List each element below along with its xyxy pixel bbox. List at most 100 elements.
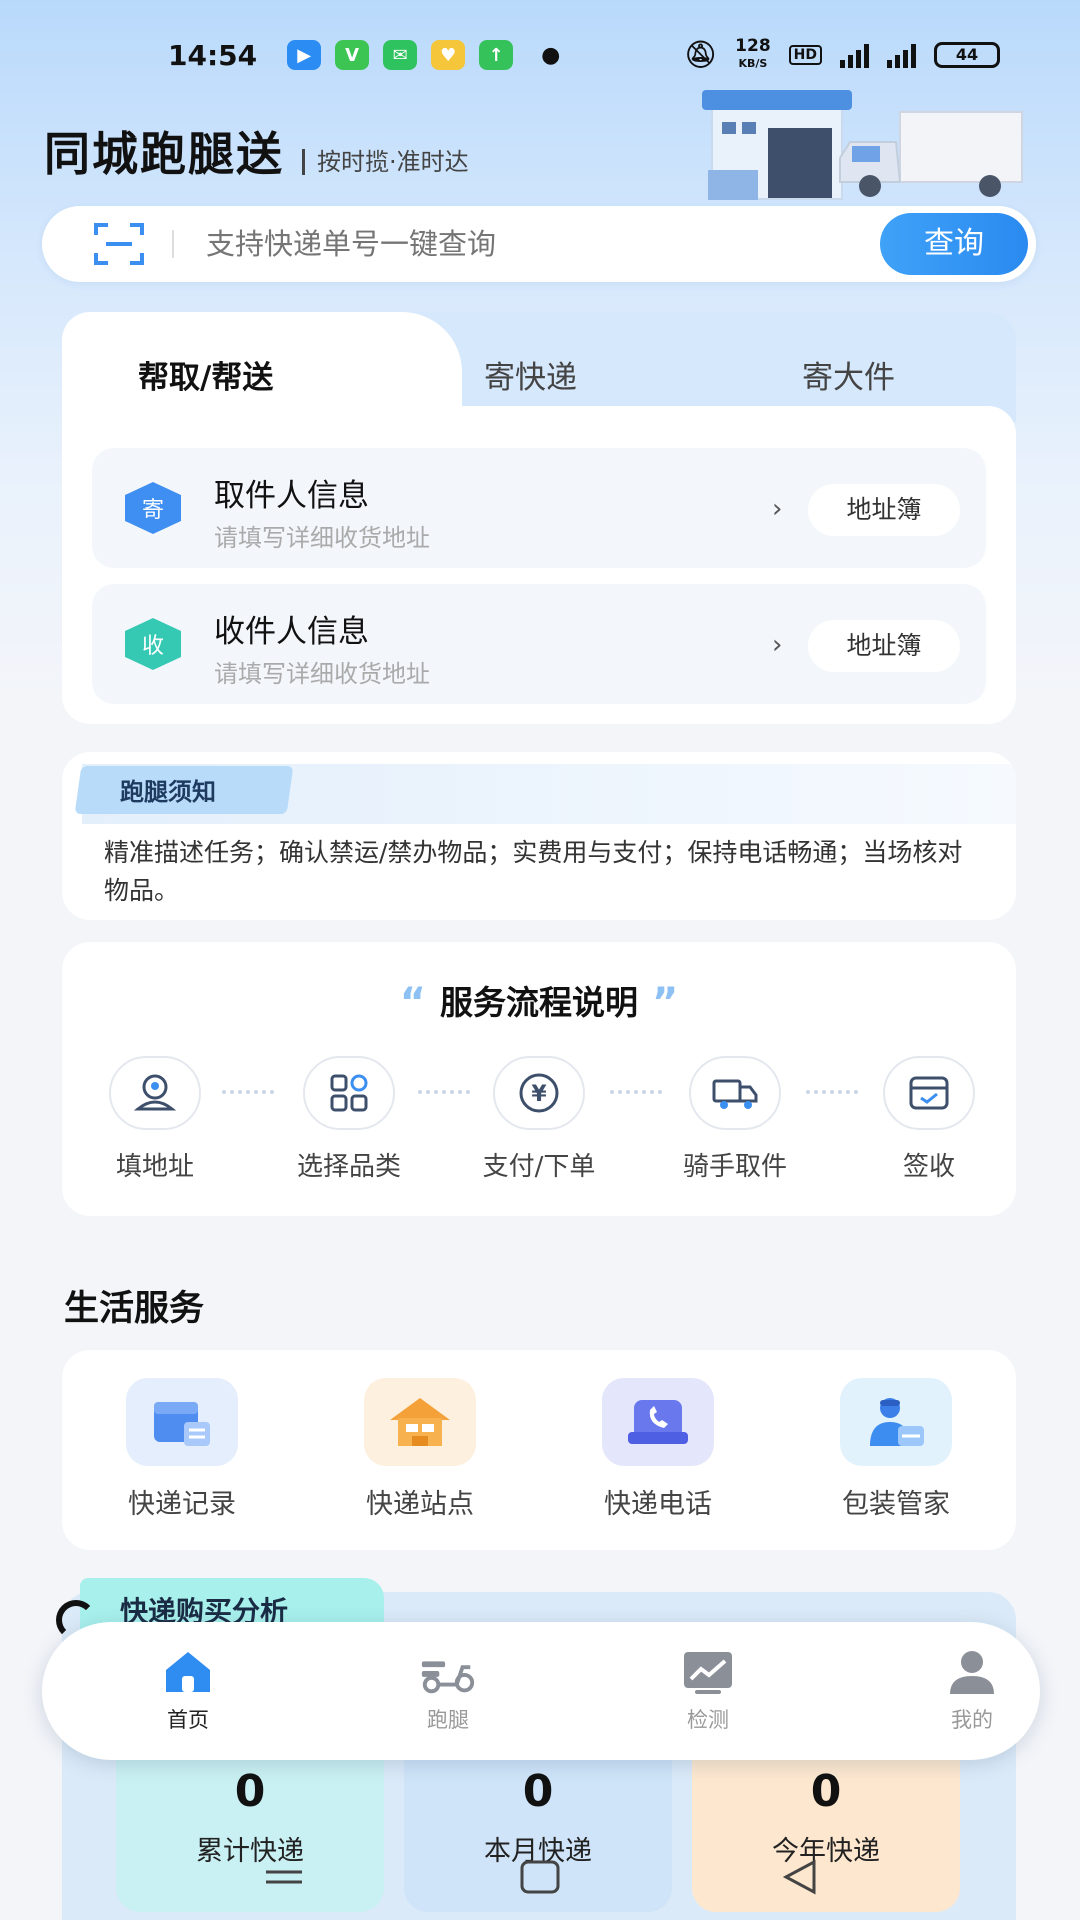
scan-icon[interactable] [94,223,144,265]
notice-label: 跑腿须知 [120,778,216,806]
dot-icon: ● [541,42,561,68]
vivo-icon: V [335,40,370,70]
svg-text:收: 收 [142,634,164,659]
back-nav-icon[interactable] [782,1859,816,1895]
flow-step-sign: 签收 [844,1056,1014,1183]
system-navigation-bar [266,1859,816,1895]
home-icon [158,1646,218,1698]
flow-step-label: 签收 [902,1152,955,1182]
stat-value: 0 [234,1766,266,1817]
life-item-phone[interactable]: 快递电话 [558,1378,758,1521]
notice-text: 精准描述任务；确认禁运/禁办物品；实费用与支付；保持电话畅通；当场核对物品。 [104,838,963,905]
receiver-title: 收件人信息 [214,614,369,650]
life-item-parcel-record[interactable]: 快递记录 [82,1378,282,1521]
svg-text:寄: 寄 [142,498,164,523]
sender-hint: 请填写详细收货地址 [214,524,430,552]
parcel-record-icon [126,1378,238,1466]
station-house-icon [364,1378,476,1466]
life-item-label: 快递站点 [366,1489,474,1520]
search-bar: 查询 [42,206,1036,282]
receiver-info-row[interactable]: 收 收件人信息 请填写详细收货地址 › 地址簿 [92,584,986,704]
status-time: 14:54 [168,38,258,72]
flow-step-label: 支付/下单 [482,1152,596,1182]
tab-fetch-send[interactable]: 帮取/帮送 [138,352,273,397]
location-user-icon [109,1056,201,1130]
flow-step-pickup: 骑手取件 [650,1056,820,1183]
category-grid-icon [303,1056,395,1130]
hd-badge: HD [788,45,822,65]
life-services-title: 生活服务 [64,1289,205,1329]
tab-label: 我的 [951,1708,993,1732]
receiver-address-book-button[interactable]: 地址簿 [808,620,960,672]
search-button[interactable]: 查询 [880,213,1028,275]
svg-text:¥: ¥ [531,1082,547,1107]
status-bar: 14:54 ▶ V ✉ ♥ ↑ ● 🔕︎ 128 KB/S HD 44 [0,30,1080,80]
life-item-label: 快递电话 [604,1489,712,1520]
sender-badge-icon: 寄 [125,482,181,534]
home-nav-icon[interactable] [520,1860,560,1894]
flow-step-label: 填地址 [115,1152,194,1182]
status-right: 🔕︎ 128 KB/S HD 44 [684,38,1000,72]
sender-info-row[interactable]: 寄 取件人信息 请填写详细收货地址 › 地址簿 [92,448,986,568]
flow-step-payment: ¥ 支付/下单 [454,1056,624,1183]
tab-large-item[interactable]: 寄大件 [802,352,895,397]
phone-icon [602,1378,714,1466]
user-icon [942,1646,1002,1698]
sign-box-icon [883,1056,975,1130]
tab-errand[interactable]: 跑腿 [378,1646,518,1734]
tab-detect[interactable]: 检测 [638,1646,778,1734]
battery-icon: 44 [934,42,1000,68]
scooter-icon [418,1646,478,1698]
warehouse-truck-illustration [702,90,1023,200]
sender-address-book-button[interactable]: 地址簿 [808,484,960,536]
tab-express[interactable]: 寄快递 [484,352,577,397]
stat-value: 0 [810,1766,842,1817]
bilibili-icon: ▶ [287,40,322,70]
chevron-right-icon: › [772,630,783,660]
flow-step-category: 选择品类 [264,1056,434,1183]
life-item-station[interactable]: 快递站点 [320,1378,520,1521]
stat-value: 0 [522,1766,554,1817]
sender-title: 取件人信息 [214,478,369,514]
flow-step-label: 骑手取件 [682,1152,787,1182]
app-title: 同城跑腿送 [44,127,284,181]
flow-step-label: 选择品类 [296,1152,401,1182]
tracking-number-input[interactable] [206,227,880,261]
tab-mine[interactable]: 我的 [902,1646,1042,1734]
receiver-hint: 请填写详细收货地址 [214,660,430,688]
chart-monitor-icon [678,1646,738,1698]
courier-manager-icon [840,1378,952,1466]
service-flow-card: “服务流程说明” 填地址 选择品类 ¥ 支付/下单 骑手取件 签收 [62,942,1016,1216]
net-speed: 128 KB/S [735,36,771,71]
flow-step-address: 填地址 [70,1056,240,1183]
app-header: 同城跑腿送 按时揽·准时达 [44,118,469,184]
flow-title: “服务流程说明” [399,980,679,1026]
life-item-label: 包装管家 [842,1489,950,1520]
life-item-label: 快递记录 [128,1489,236,1520]
life-item-packaging[interactable]: 包装管家 [796,1378,996,1521]
chevron-right-icon: › [772,494,783,524]
signal-icon [840,42,869,68]
quote-close-icon: ” [652,980,679,1026]
tab-home[interactable]: 首页 [118,1646,258,1734]
menu-nav-icon[interactable] [266,1870,302,1884]
notice-card: 跑腿须知 精准描述任务；确认禁运/禁办物品；实费用与支付；保持电话畅通；当场核对… [62,752,1016,920]
send-card: 帮取/帮送 寄快递 寄大件 寄 取件人信息 请填写详细收货地址 › 地址簿 收 … [62,312,1016,724]
tab-label: 检测 [687,1708,729,1732]
signal-icon-2 [887,42,916,68]
delivery-truck-icon [689,1056,781,1130]
weixin-icon: ♥ [431,40,466,70]
app-slogan: 按时揽·准时达 [302,149,469,175]
wechat-icon: ✉ [383,40,418,70]
search-divider [172,230,174,258]
mute-icon: 🔕︎ [684,40,718,70]
tab-label: 首页 [167,1708,209,1732]
yuan-payment-icon: ¥ [493,1056,585,1130]
address-panel: 寄 取件人信息 请填写详细收货地址 › 地址簿 收 收件人信息 请填写详细收货地… [62,406,1016,724]
receiver-badge-icon: 收 [125,618,181,670]
life-services-card: 快递记录 快递站点 快递电话 包装管家 [62,1350,1016,1550]
tab-label: 跑腿 [427,1708,469,1732]
quote-open-icon: “ [399,980,426,1026]
bottom-tab-bar: 首页 跑腿 检测 我的 [42,1622,1040,1760]
upload-icon: ↑ [479,40,514,70]
